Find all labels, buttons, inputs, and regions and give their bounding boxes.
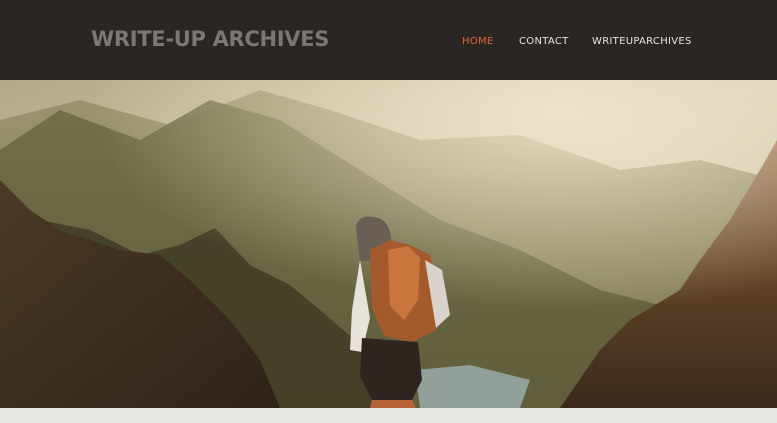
nav-contact[interactable]: CONTACT xyxy=(519,36,569,47)
nav-home[interactable]: HOME xyxy=(462,36,494,47)
site-header: WRITE-UP ARCHIVES HOME CONTACT WRITEUPAR… xyxy=(0,0,777,80)
main-nav: HOME CONTACT WRITEUPARCHIVES xyxy=(0,36,777,50)
hero-banner xyxy=(0,80,777,408)
content-strip xyxy=(0,408,777,423)
mountain-hiker-photo xyxy=(0,80,777,408)
nav-writeuparchives[interactable]: WRITEUPARCHIVES xyxy=(592,36,692,47)
